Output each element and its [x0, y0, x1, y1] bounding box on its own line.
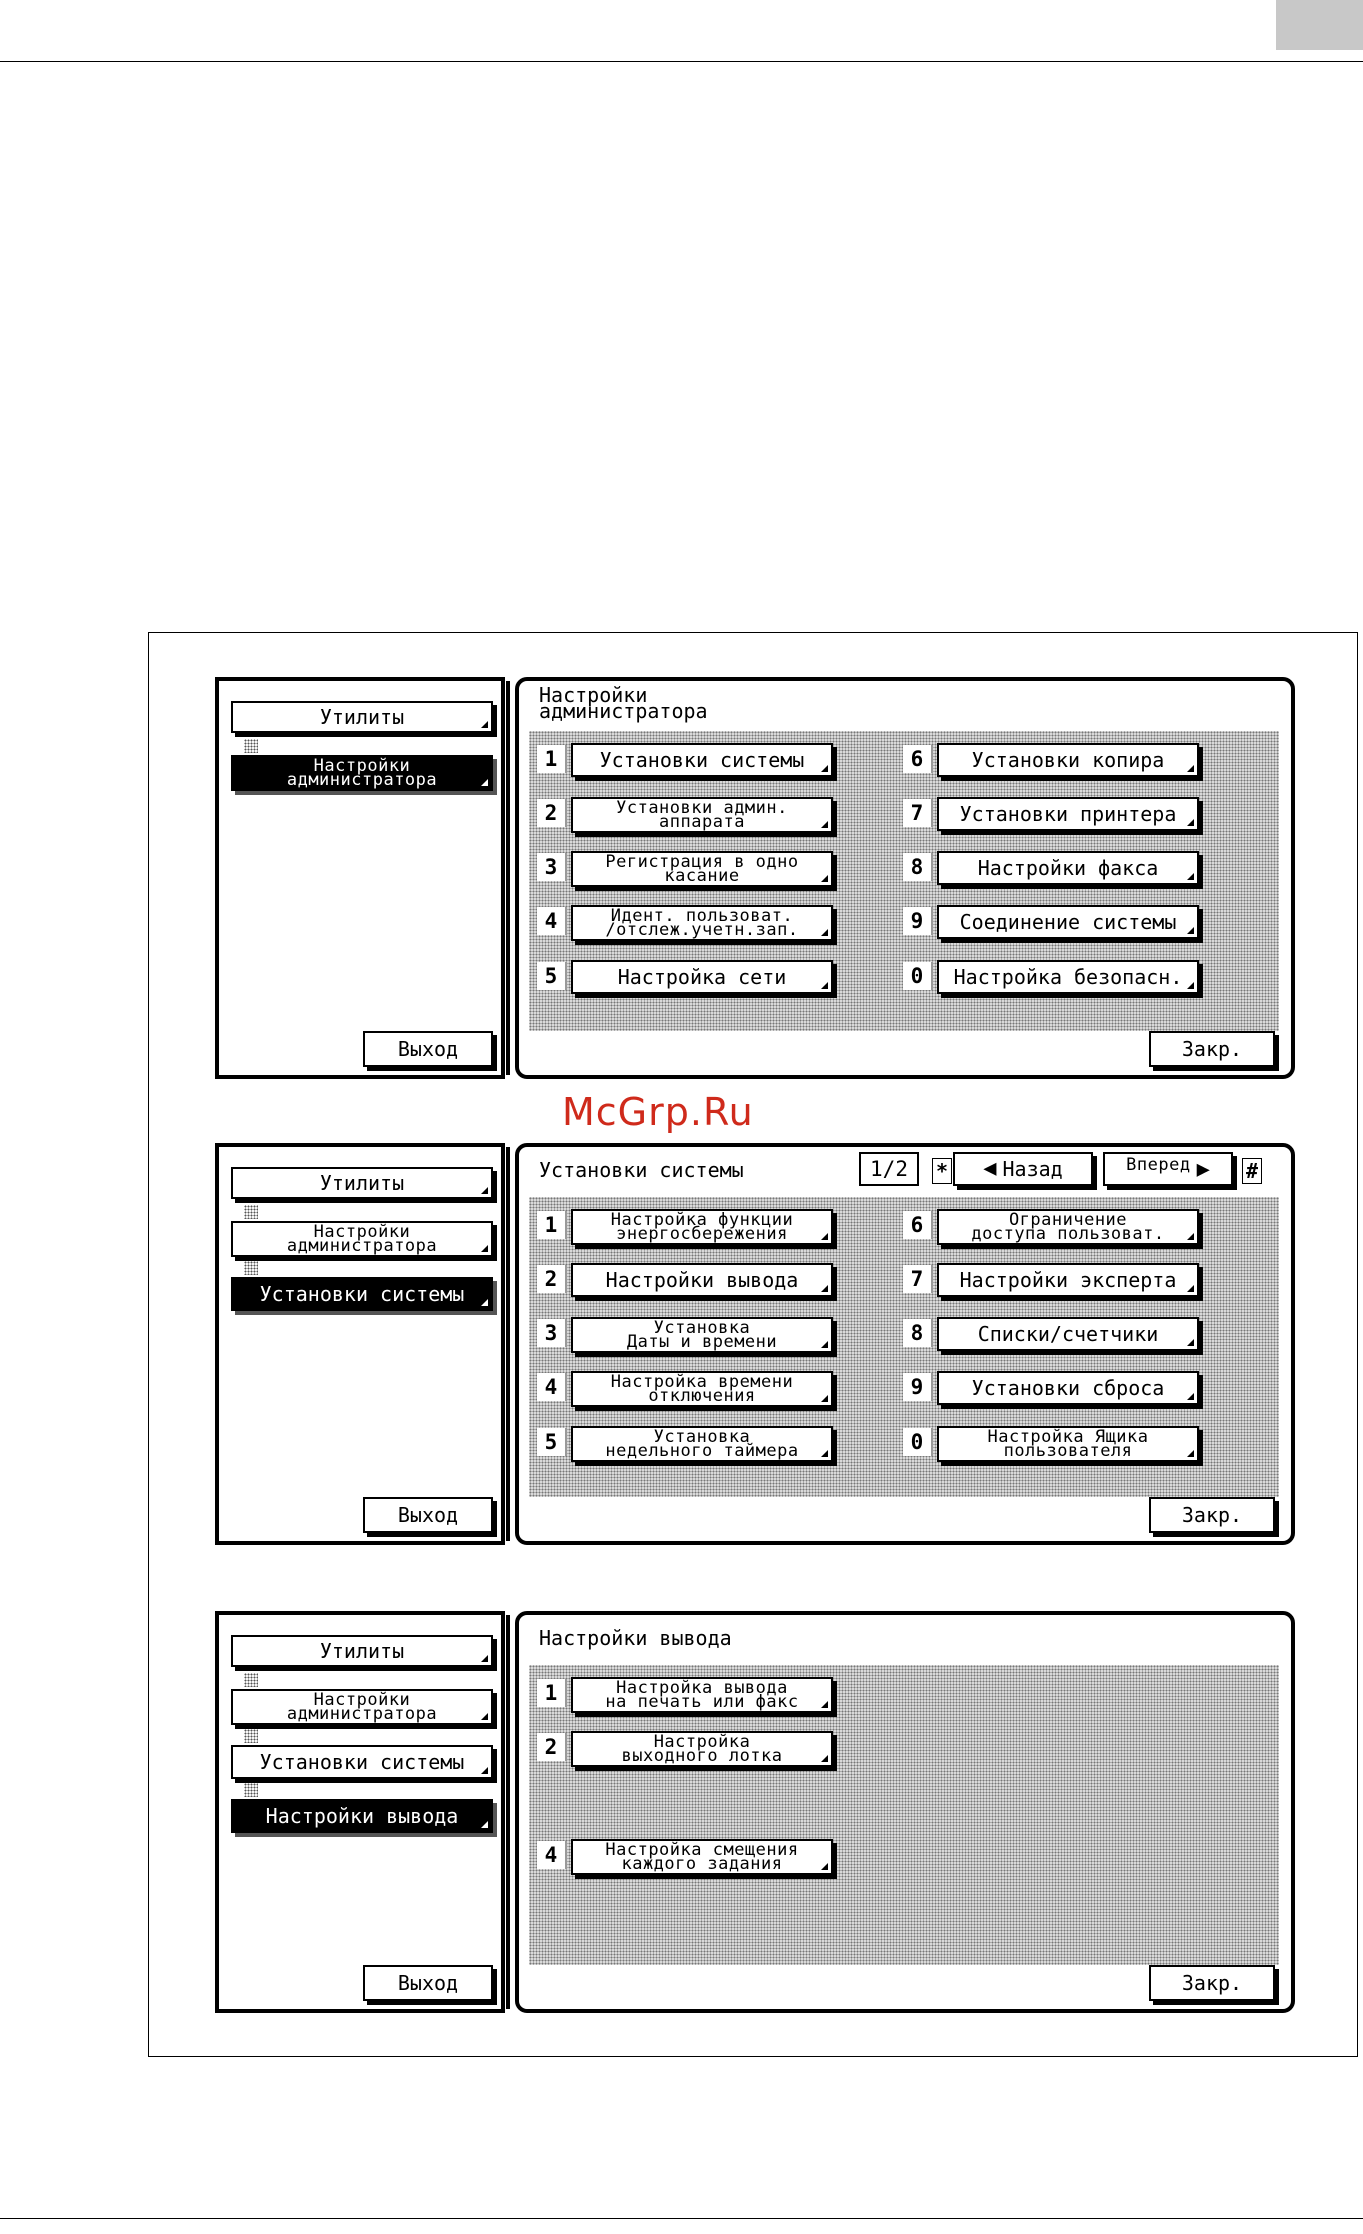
- lists-counters-button[interactable]: Списки/счетчики: [937, 1317, 1199, 1351]
- one-touch-registration-button[interactable]: Регистрация в одно касание: [571, 851, 833, 887]
- exit-button[interactable]: Выход: [363, 1031, 493, 1067]
- nav-connector: [244, 1673, 258, 1687]
- nav-admin-settings-button[interactable]: Настройки администратора: [231, 755, 493, 791]
- energy-save-button[interactable]: Настройка функции энергосбережения: [571, 1209, 833, 1245]
- nav-utilities-button[interactable]: Утилиты: [231, 1167, 493, 1199]
- key-number: 2: [537, 799, 567, 827]
- nav-system-settings-button[interactable]: Установки системы: [231, 1745, 493, 1779]
- exit-button[interactable]: Выход: [363, 1497, 493, 1533]
- key-number: 1: [537, 1211, 567, 1239]
- nav-connector: [244, 1783, 258, 1797]
- key-number: 2: [537, 1265, 567, 1293]
- security-settings-button[interactable]: Настройка безопасн.: [937, 960, 1199, 994]
- key-number: 9: [903, 1373, 933, 1401]
- back-button[interactable]: ◀ Назад: [953, 1152, 1093, 1186]
- screen-admin-settings: Утилиты Настройки администратора Выход Н…: [215, 677, 1295, 1079]
- nav-connector: [244, 739, 258, 753]
- key-number: 9: [903, 907, 933, 935]
- print-fax-output-button[interactable]: Настройка вывода на печать или факс: [571, 1677, 833, 1713]
- panel-title: Установки системы: [539, 1158, 744, 1182]
- footer-rule: [0, 2218, 1363, 2219]
- nav-connector: [244, 1261, 258, 1275]
- output-tray-button[interactable]: Настройка выходного лотка: [571, 1731, 833, 1767]
- key-number: 5: [537, 1428, 567, 1456]
- forward-button[interactable]: Вперед ▶: [1103, 1152, 1233, 1186]
- user-auth-account-track-button[interactable]: Идент. пользоват. /отслеж.учетн.зап.: [571, 905, 833, 941]
- key-number: 7: [903, 799, 933, 827]
- key-number: 4: [537, 907, 567, 935]
- exit-button[interactable]: Выход: [363, 1965, 493, 2001]
- key-number: 5: [537, 962, 567, 990]
- main-panel: Настройки администратора 1 Установки сис…: [515, 677, 1295, 1079]
- close-button[interactable]: Закр.: [1149, 1965, 1275, 2001]
- page-corner-tab: [1276, 0, 1363, 50]
- network-settings-button[interactable]: Настройка сети: [571, 960, 833, 994]
- shutdown-time-button[interactable]: Настройка времени отключения: [571, 1371, 833, 1407]
- key-number: 4: [537, 1841, 567, 1869]
- key-number: 1: [537, 1679, 567, 1707]
- main-panel: Настройки вывода 1 Настройка вывода на п…: [515, 1611, 1295, 2013]
- key-number: 8: [903, 1319, 933, 1347]
- key-number: 6: [903, 1211, 933, 1239]
- key-number: 3: [537, 1319, 567, 1347]
- nav-admin-settings-button[interactable]: Настройки администратора: [231, 1689, 493, 1725]
- nav-system-settings-button[interactable]: Установки системы: [231, 1277, 493, 1311]
- key-number: 6: [903, 745, 933, 773]
- arrow-right-icon: ▶: [1196, 1157, 1210, 1182]
- user-access-limit-button[interactable]: Ограничение доступа пользоват.: [937, 1209, 1199, 1245]
- user-box-settings-button[interactable]: Настройка Ящика пользователя: [937, 1426, 1199, 1462]
- key-number: 8: [903, 853, 933, 881]
- system-settings-button[interactable]: Установки системы: [571, 743, 833, 777]
- key-number: 3: [537, 853, 567, 881]
- panel-title: Настройки вывода: [539, 1626, 732, 1650]
- page-indicator: 1/2: [859, 1152, 919, 1186]
- nav-admin-settings-button[interactable]: Настройки администратора: [231, 1221, 493, 1257]
- panel-title: Настройки администратора: [539, 683, 708, 723]
- star-key: *: [932, 1158, 952, 1184]
- left-nav-panel: Утилиты Настройки администратора Выход: [215, 677, 510, 1079]
- key-number: 4: [537, 1373, 567, 1401]
- nav-output-settings-button[interactable]: Настройки вывода: [231, 1799, 493, 1833]
- watermark: McGrp.Ru: [562, 1090, 754, 1134]
- hash-key: #: [1242, 1158, 1262, 1184]
- screen-output-settings: Утилиты Настройки администратора Установ…: [215, 1611, 1295, 2013]
- nav-utilities-button[interactable]: Утилиты: [231, 1635, 493, 1667]
- key-number: 0: [903, 962, 933, 990]
- weekly-timer-button[interactable]: Установка недельного таймера: [571, 1426, 833, 1462]
- fax-settings-button[interactable]: Настройки факса: [937, 851, 1199, 885]
- left-nav-panel: Утилиты Настройки администратора Установ…: [215, 1611, 510, 2013]
- output-settings-button[interactable]: Настройки вывода: [571, 1263, 833, 1297]
- close-button[interactable]: Закр.: [1149, 1497, 1275, 1533]
- main-panel: Установки системы 1/2 * ◀ Назад Вперед ▶ #…: [515, 1143, 1295, 1545]
- key-number: 7: [903, 1265, 933, 1293]
- admin-device-settings-button[interactable]: Установки админ. аппарата: [571, 797, 833, 833]
- system-connection-button[interactable]: Соединение системы: [937, 905, 1199, 939]
- screen-system-settings: Утилиты Настройки администратора Установ…: [215, 1143, 1295, 1545]
- key-number: 0: [903, 1428, 933, 1456]
- nav-utilities-button[interactable]: Утилиты: [231, 701, 493, 733]
- key-number: 2: [537, 1733, 567, 1761]
- printer-settings-button[interactable]: Установки принтера: [937, 797, 1199, 831]
- reset-settings-button[interactable]: Установки сброса: [937, 1371, 1199, 1405]
- copier-settings-button[interactable]: Установки копира: [937, 743, 1199, 777]
- expert-settings-button[interactable]: Настройки эксперта: [937, 1263, 1199, 1297]
- nav-connector: [244, 1205, 258, 1219]
- close-button[interactable]: Закр.: [1149, 1031, 1275, 1067]
- date-time-button[interactable]: Установка Даты и времени: [571, 1317, 833, 1353]
- offset-each-job-button[interactable]: Настройка смещения каждого задания: [571, 1839, 833, 1875]
- nav-connector: [244, 1729, 258, 1743]
- key-number: 1: [537, 745, 567, 773]
- left-nav-panel: Утилиты Настройки администратора Установ…: [215, 1143, 510, 1545]
- arrow-left-icon: ◀: [983, 1156, 997, 1181]
- header-rule: [0, 61, 1363, 62]
